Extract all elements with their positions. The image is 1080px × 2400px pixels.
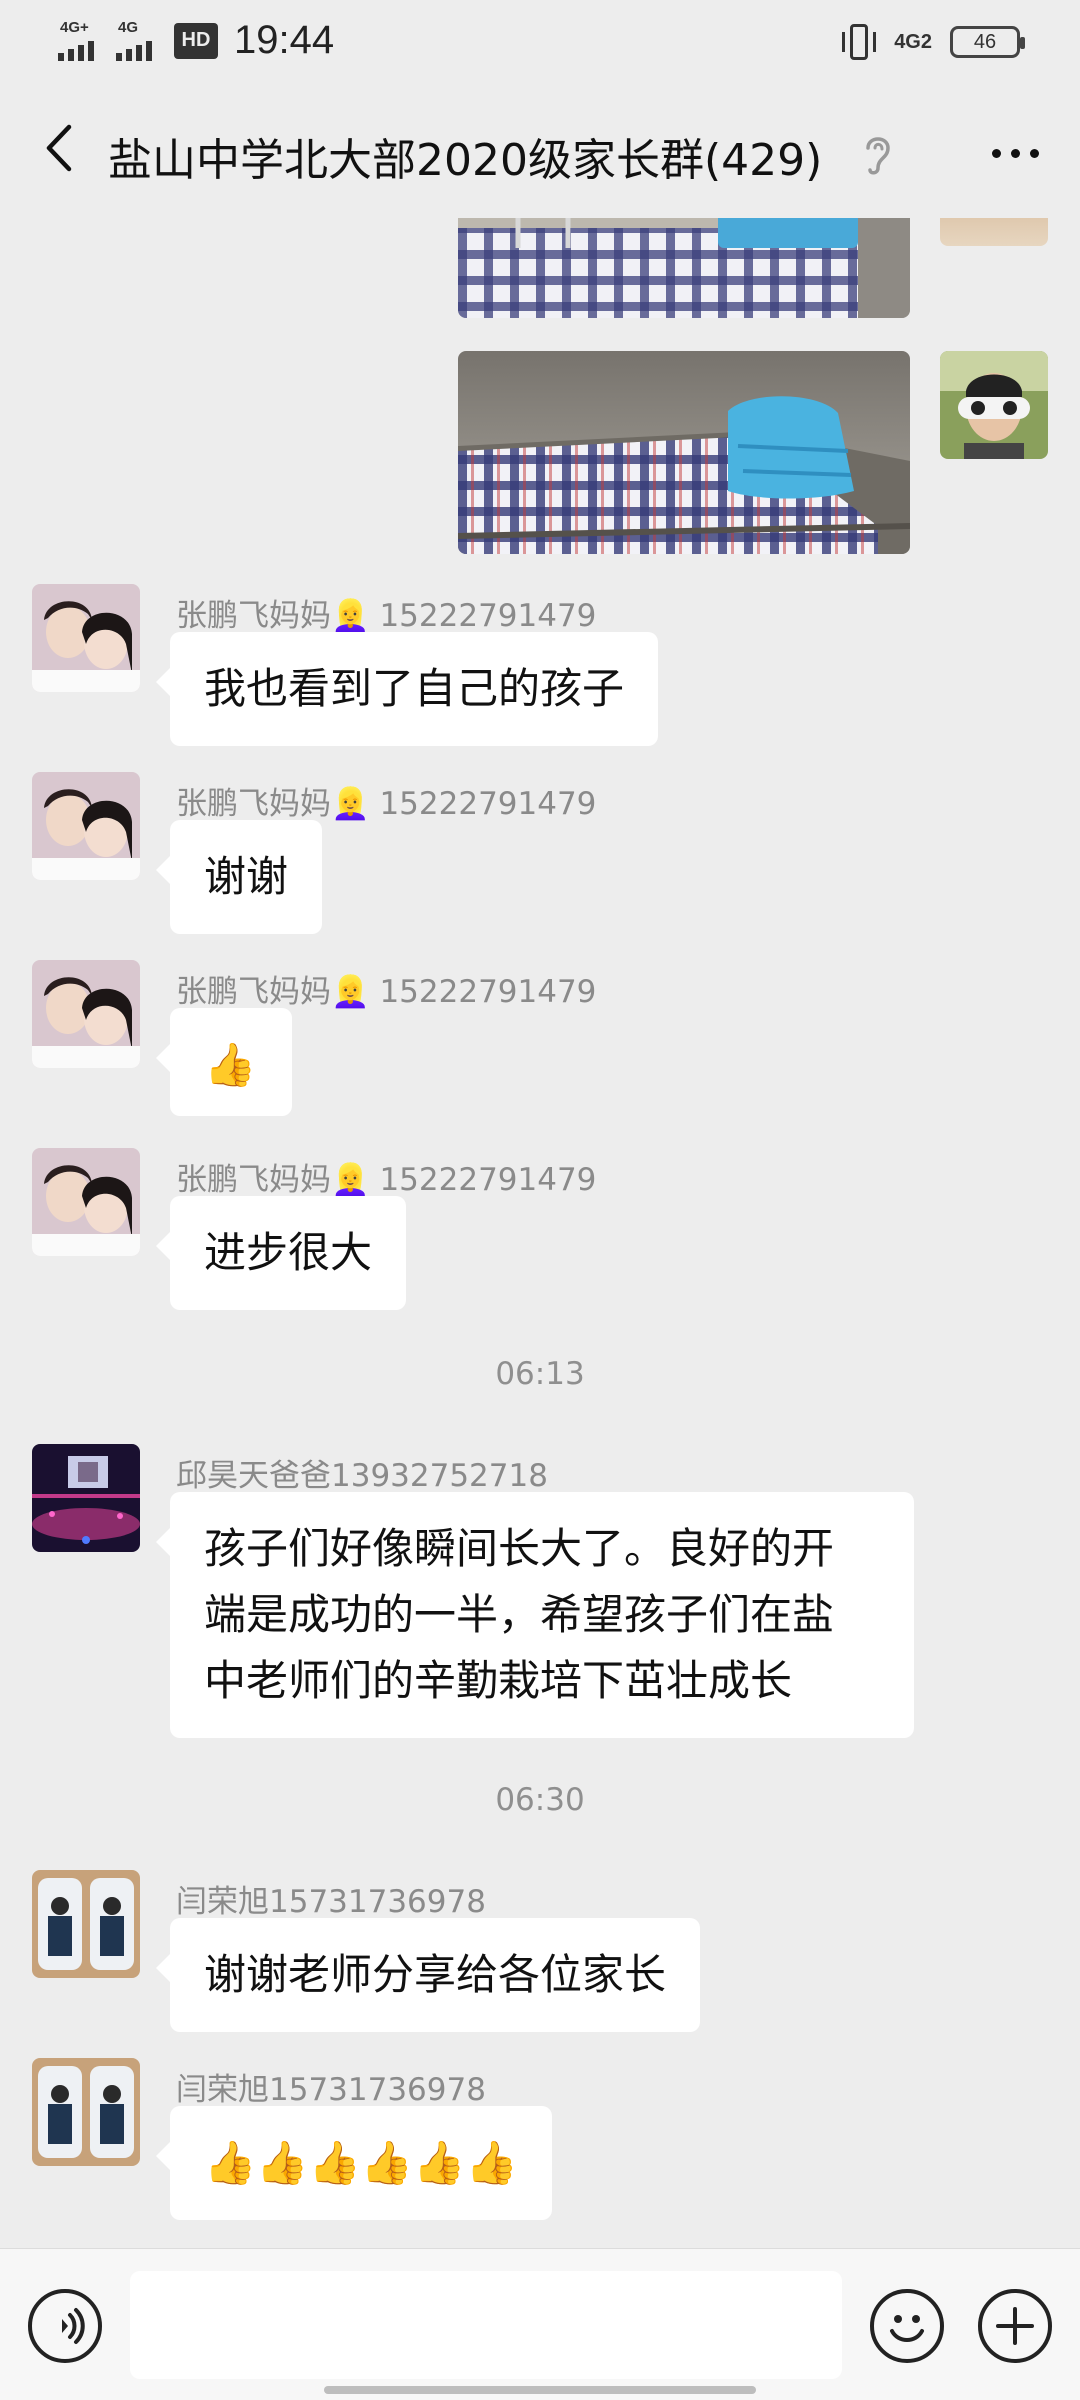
sender-name: 张鹏飞妈妈👱‍♀️ 15222791479 <box>176 974 597 1010</box>
signal-icon: 4G <box>116 19 164 63</box>
status-time: 19:44 <box>234 18 335 62</box>
avatar[interactable] <box>32 1148 140 1256</box>
avatar-image <box>32 2058 140 2166</box>
message-input[interactable] <box>130 2271 842 2379</box>
sender-name: 张鹏飞妈妈👱‍♀️ 15222791479 <box>176 786 597 822</box>
chat-messages[interactable]: 张鹏飞妈妈👱‍♀️ 15222791479 我也看到了自己的孩子 张鹏飞妈妈👱‍… <box>0 218 1080 2248</box>
dorm-bed-photo <box>458 218 910 318</box>
more-button[interactable] <box>980 128 1050 178</box>
message-bubble[interactable]: 谢谢 <box>155 820 323 934</box>
emoji-button[interactable] <box>870 2289 944 2363</box>
signal-icon: 4G+ <box>58 19 106 63</box>
message-bubble[interactable]: 谢谢老师分享给各位家长 <box>155 1918 701 2032</box>
avatar-image <box>32 584 140 692</box>
dorm-bed-photo <box>458 351 910 554</box>
message-text: 👍👍👍👍👍👍 <box>204 2138 518 2187</box>
sender-name: 闫荣旭15731736978 <box>176 1884 486 1920</box>
avatar-image <box>32 960 140 1068</box>
message-bubble[interactable]: 进步很大 <box>155 1196 407 1310</box>
avatar[interactable] <box>32 772 140 880</box>
avatar-image <box>32 1148 140 1256</box>
page-title: 盐山中学北大部2020级家长群(429) <box>108 135 823 186</box>
message-text-line: 端是成功的一半，希望孩子们在盐 <box>204 1590 835 1639</box>
sender-name: 邱昊天爸爸13932752718 <box>176 1458 548 1494</box>
message-bubble[interactable]: 👍👍👍👍👍👍 <box>156 2106 552 2220</box>
image-message[interactable] <box>458 218 910 318</box>
back-button[interactable] <box>28 118 88 178</box>
avatar-image <box>940 351 1048 459</box>
avatar[interactable] <box>32 1444 140 1552</box>
input-bar <box>0 2248 1080 2400</box>
avatar-image <box>32 1444 140 1552</box>
message-text: 谢谢 <box>204 852 289 901</box>
timestamp: 06:30 <box>495 1782 585 1818</box>
battery-level: 46 <box>973 30 997 53</box>
avatar[interactable] <box>32 1870 140 1978</box>
message-text-line: 孩子们好像瞬间长大了。良好的开 <box>204 1524 835 1573</box>
message-bubble[interactable]: 👍 <box>156 1008 292 1116</box>
more-dots-icon <box>991 148 1001 158</box>
plus-icon <box>996 2307 1034 2345</box>
ear-mute-icon <box>866 137 890 175</box>
avatar-image <box>32 1870 140 1978</box>
home-indicator[interactable] <box>324 2386 756 2394</box>
sender-name: 张鹏飞妈妈👱‍♀️ 15222791479 <box>176 1162 597 1198</box>
message-text: 谢谢老师分享给各位家长 <box>204 1950 667 1999</box>
timestamp: 06:13 <box>495 1356 585 1392</box>
image-message[interactable] <box>458 351 910 554</box>
message-text-line: 中老师们的辛勤栽培下茁壮成长 <box>204 1656 793 1705</box>
message-text: 我也看到了自己的孩子 <box>204 664 625 713</box>
message-text: 👍 <box>204 1040 257 1089</box>
emoji-icon <box>890 2315 924 2342</box>
message-bubble[interactable]: 孩子们好像瞬间长大了。良好的开 端是成功的一半，希望孩子们在盐 中老师们的辛勤栽… <box>156 1492 914 1738</box>
avatar[interactable] <box>940 218 1048 246</box>
avatar[interactable] <box>32 960 140 1068</box>
chat-header: 盐山中学北大部2020级家长群(429) <box>0 88 1080 218</box>
network-indicator: 4G2 <box>894 30 932 53</box>
avatar[interactable] <box>940 351 1048 459</box>
hd-voice-icon: HD <box>174 22 218 59</box>
sender-name: 张鹏飞妈妈👱‍♀️ 15222791479 <box>176 598 597 634</box>
more-functions-button[interactable] <box>978 2289 1052 2363</box>
message-bubble[interactable]: 我也看到了自己的孩子 <box>155 632 659 746</box>
message-text: 进步很大 <box>204 1228 373 1277</box>
status-bar: 4G+ 4G HD 19:44 4G2 46 <box>0 0 1080 88</box>
avatar-image <box>32 772 140 880</box>
avatar[interactable] <box>32 2058 140 2166</box>
battery-icon: 46 <box>950 26 1025 58</box>
voice-button[interactable] <box>28 2289 102 2363</box>
avatar[interactable] <box>32 584 140 692</box>
voice-icon <box>62 2308 85 2344</box>
vibrate-icon <box>842 22 877 62</box>
back-arrow-icon <box>46 124 72 172</box>
sender-name: 闫荣旭15731736978 <box>176 2072 486 2108</box>
